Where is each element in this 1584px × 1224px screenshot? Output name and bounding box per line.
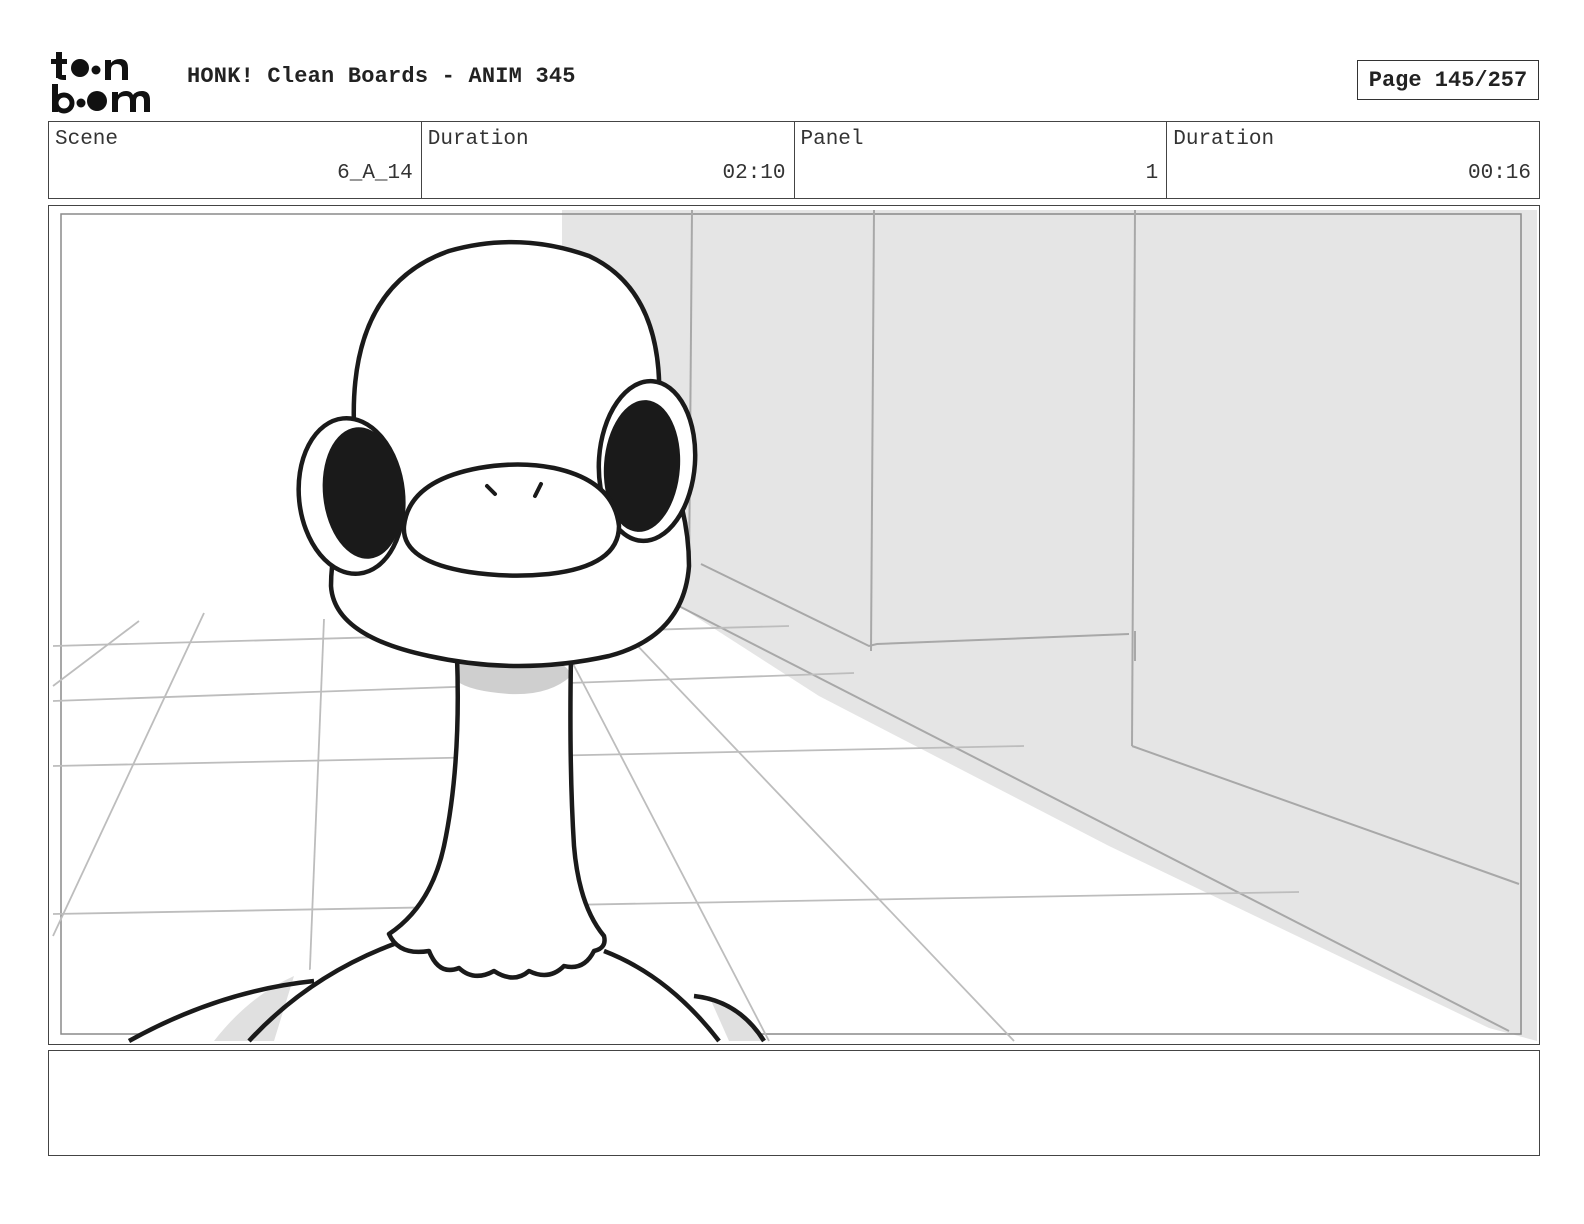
- storyboard-panel: [48, 205, 1540, 1045]
- scene-duration-label: Duration: [427, 128, 529, 151]
- wall-shading: [562, 210, 1537, 1041]
- panel-notes-box: [48, 1050, 1540, 1156]
- scene-duration-cell: Duration 02:10: [422, 122, 795, 198]
- scene-value: 6_A_14: [337, 162, 413, 185]
- document-title: HONK! Clean Boards - ANIM 345: [187, 64, 576, 89]
- page-number-badge: Page 145/257: [1357, 60, 1539, 100]
- scene-info-table: Scene 6_A_14 Duration 02:10 Panel 1 Dura…: [48, 121, 1540, 199]
- toon-boom-logo: [51, 52, 150, 114]
- panel-cell: Panel 1: [795, 122, 1168, 198]
- panel-duration-value: 00:16: [1467, 162, 1531, 185]
- panel-label: Panel: [800, 128, 864, 151]
- panel-value: 1: [1145, 162, 1159, 185]
- panel-duration-cell: Duration 00:16: [1167, 122, 1539, 198]
- scene-cell: Scene 6_A_14: [49, 122, 422, 198]
- scene-label: Scene: [55, 128, 119, 151]
- panel-duration-label: Duration: [1173, 128, 1275, 151]
- storyboard-drawing: [52, 209, 1537, 1043]
- scene-duration-value: 02:10: [722, 162, 786, 185]
